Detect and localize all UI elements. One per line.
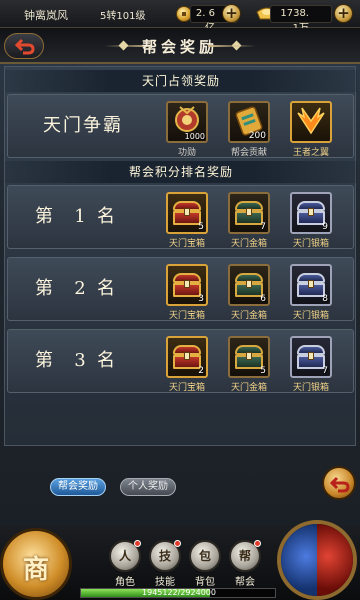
treasure-chest-icon	[173, 345, 201, 369]
item-name: 功勋	[177, 148, 196, 158]
item-count: 1000	[184, 132, 205, 141]
top-status-bar: 钟离岚风 5转101级 2. 6亿 + 1738. 1万 +	[0, 0, 360, 34]
skill-icon: 技	[149, 540, 181, 572]
menu-label: 技能	[155, 577, 175, 588]
treasure-chest-icon	[173, 273, 201, 297]
silver-chest-icon	[297, 273, 325, 297]
reward-item-slot[interactable]: 1000	[166, 101, 208, 143]
item-name: 天门银箱	[292, 383, 329, 393]
experience-bar: 1945122/2924000	[80, 588, 276, 598]
reward-item-slot[interactable]: 200	[228, 101, 270, 143]
rank-suffix: 名	[97, 278, 115, 299]
experience-text: 1945122/2924000	[142, 588, 216, 597]
rank-row-1: 第 1 名 5 天门宝箱 7 天门金箱 9 天门银箱	[7, 185, 354, 249]
item-count: 7	[322, 366, 328, 376]
item-count: 200	[248, 131, 266, 141]
item-count: 2	[198, 366, 204, 376]
rank-prefix: 第	[35, 278, 53, 299]
menu-bag[interactable]: 包 背包	[188, 540, 222, 588]
gold-chest-icon	[235, 201, 263, 225]
tab-guild-reward[interactable]: 帮会奖励	[50, 478, 106, 496]
page-title: 帮会奖励	[141, 38, 218, 56]
item-count: 7	[260, 222, 266, 232]
occupy-reward-row: 天门争霸 1000 功勋 200 帮会贡献 王者之翼	[7, 94, 354, 158]
rank-row-2: 第 2 名 3 天门宝箱 6 天门金箱 8 天门银箱	[7, 257, 354, 321]
tab-personal-reward[interactable]: 个人奖励	[120, 478, 176, 496]
title-ornament-right	[208, 45, 256, 47]
reward-item-slot[interactable]: 3	[166, 264, 208, 306]
reward-item-slot[interactable]: 7	[228, 192, 270, 234]
add-copper-button[interactable]: +	[222, 4, 241, 23]
panel-title-bar: 帮会奖励	[0, 28, 360, 64]
rank-suffix: 名	[97, 206, 115, 227]
player-name: 钟离岚风	[24, 9, 68, 22]
reward-item-slot[interactable]: 2	[166, 336, 208, 378]
guild-icon: 帮	[229, 540, 261, 572]
reward-item-slot[interactable]: 8	[290, 264, 332, 306]
rank-number: 1	[74, 206, 86, 227]
menu-label: 角色	[115, 577, 135, 588]
menu-label: 帮会	[235, 577, 255, 588]
return-button[interactable]	[322, 466, 356, 500]
item-name: 天门银箱	[292, 311, 329, 321]
mp-orb-half	[281, 524, 317, 596]
guild-reward-panel: 帮会奖励 天门占领奖励 天门争霸 1000 功勋 200 帮会贡献 王者之翼 帮…	[0, 28, 360, 525]
character-icon: 人	[109, 540, 141, 572]
hp-mp-orb	[277, 520, 357, 600]
item-name: 天门银箱	[292, 239, 329, 249]
silver-chest-icon	[297, 345, 325, 369]
king-wings-icon	[297, 107, 325, 135]
reward-item-slot[interactable]: 5	[228, 336, 270, 378]
item-name: 天门宝箱	[168, 383, 205, 393]
player-level: 5转101级	[100, 11, 146, 22]
item-name: 王者之翼	[292, 148, 329, 158]
item-name: 天门宝箱	[168, 239, 205, 249]
item-name: 天门宝箱	[168, 311, 205, 321]
item-name: 天门金箱	[230, 311, 267, 321]
reward-item-slot[interactable]: 9	[290, 192, 332, 234]
item-count: 9	[322, 222, 328, 232]
hp-orb-half	[317, 524, 353, 596]
reward-list: 天门占领奖励 天门争霸 1000 功勋 200 帮会贡献 王者之翼 帮会积分排名…	[4, 66, 357, 446]
item-count: 8	[322, 294, 328, 304]
reward-item-slot[interactable]: 7	[290, 336, 332, 378]
notification-dot	[134, 540, 141, 547]
occupy-reward-header: 天门占领奖励	[5, 70, 357, 92]
gold-chest-icon	[235, 345, 263, 369]
item-count: 6	[260, 294, 266, 304]
menu-label: 背包	[195, 577, 215, 588]
shop-label: 商	[22, 555, 49, 585]
notification-dot	[254, 540, 261, 547]
reward-item-slot[interactable]: 6	[228, 264, 270, 306]
item-name: 天门金箱	[230, 383, 267, 393]
ranking-reward-header: 帮会积分排名奖励	[5, 161, 357, 183]
gold-amount: 1738. 1万	[270, 5, 332, 34]
rank-number: 2	[74, 278, 86, 299]
item-name: 天门金箱	[230, 239, 267, 249]
occupy-row-label: 天门争霸	[43, 115, 123, 136]
silver-chest-icon	[297, 201, 325, 225]
shop-button[interactable]: 商	[0, 528, 72, 600]
notification-dot	[174, 540, 181, 547]
menu-guild[interactable]: 帮 帮会	[228, 540, 262, 588]
treasure-chest-icon	[173, 201, 201, 225]
rank-suffix: 名	[97, 350, 115, 371]
rank-prefix: 第	[35, 206, 53, 227]
item-count: 5	[198, 222, 204, 232]
reward-item-slot[interactable]	[290, 101, 332, 143]
item-name: 帮会贡献	[230, 148, 267, 158]
rank-row-3: 第 3 名 2 天门宝箱 5 天门金箱 7 天门银箱	[7, 329, 354, 393]
item-count: 3	[198, 294, 204, 304]
menu-skill[interactable]: 技 技能	[148, 540, 182, 588]
menu-character[interactable]: 人 角色	[108, 540, 142, 588]
reward-item-slot[interactable]: 5	[166, 192, 208, 234]
add-gold-button[interactable]: +	[334, 4, 353, 23]
gold-chest-icon	[235, 273, 263, 297]
rank-number: 3	[74, 350, 86, 371]
rank-prefix: 第	[35, 350, 53, 371]
bag-icon: 包	[189, 540, 221, 572]
return-arrow-icon	[330, 476, 350, 493]
item-count: 5	[260, 366, 266, 376]
